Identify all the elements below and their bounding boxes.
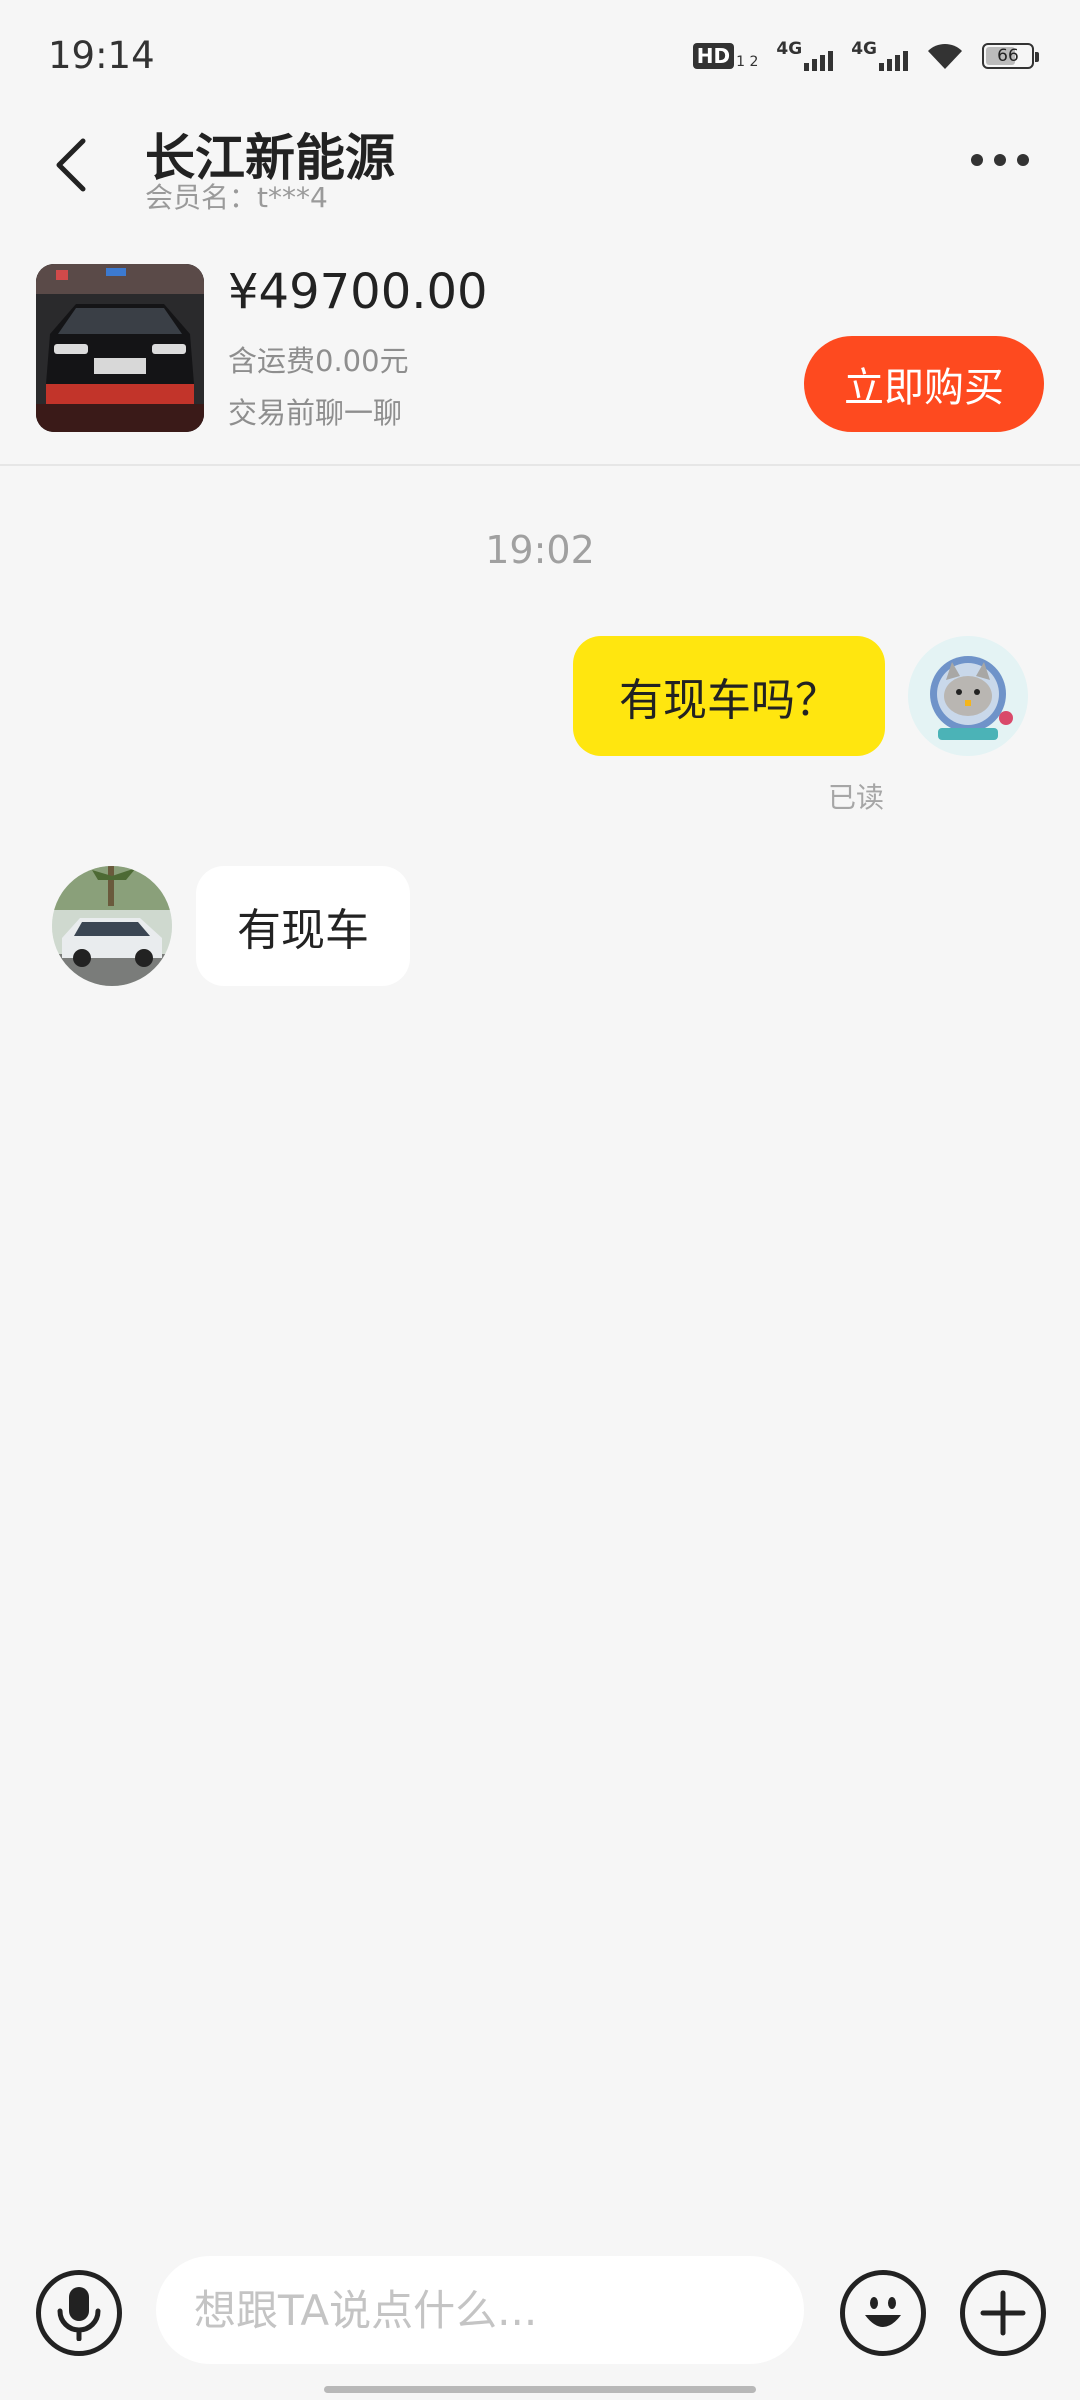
emoji-icon xyxy=(865,2297,901,2327)
wifi-icon xyxy=(926,41,964,71)
input-bar xyxy=(0,2250,1080,2370)
signal-icon: 4G xyxy=(776,39,834,71)
hd-sub-label: 1 2 xyxy=(736,54,759,70)
battery-level: 66 xyxy=(997,46,1019,66)
status-bar: 19:14 HD 1 2 4G 4G 66 xyxy=(0,0,1080,100)
plus-button[interactable] xyxy=(960,2270,1046,2356)
status-icons: HD 1 2 4G 4G 66 xyxy=(692,36,1039,76)
network-label-1: 4G xyxy=(776,39,803,59)
back-arrow-icon xyxy=(56,138,86,192)
message-outgoing[interactable]: 有现车吗？ xyxy=(573,636,885,756)
product-image[interactable] xyxy=(36,264,204,432)
product-note: 交易前聊一聊 xyxy=(228,396,403,430)
message-incoming[interactable]: 有现车 xyxy=(196,866,410,986)
member-name: 会员名：t***4 xyxy=(145,181,328,214)
hd-label: HD xyxy=(692,43,735,69)
message-input[interactable] xyxy=(156,2256,804,2364)
hd-icon: HD 1 2 xyxy=(692,43,759,70)
back-button[interactable] xyxy=(40,130,100,200)
more-button[interactable] xyxy=(960,140,1040,180)
signal-icon-2: 4G xyxy=(851,41,908,71)
chat-timestamp: 19:02 xyxy=(485,528,595,572)
voice-button[interactable] xyxy=(36,2270,122,2356)
chat-header: 长江新能源 会员名：t***4 xyxy=(0,100,1080,230)
network-label-2: 4G xyxy=(851,39,877,59)
status-time: 19:14 xyxy=(48,34,155,77)
more-dots-icon xyxy=(971,154,983,166)
product-shipping: 含运费0.00元 xyxy=(228,344,409,378)
avatar[interactable] xyxy=(52,866,172,986)
product-card[interactable]: ¥49700.00 含运费0.00元 交易前聊一聊 立即购买 xyxy=(0,240,1080,466)
emoji-button[interactable] xyxy=(840,2270,926,2356)
home-indicator[interactable] xyxy=(324,2386,756,2393)
product-price: ¥49700.00 xyxy=(228,264,488,320)
read-status: 已读 xyxy=(827,781,884,814)
avatar[interactable] xyxy=(908,636,1028,756)
battery-icon: 66 xyxy=(982,43,1039,69)
plus-icon xyxy=(980,2290,1026,2336)
chat-screen: 19:14 HD 1 2 4G 4G 66 长江新能源 会员名：t***4 ¥4… xyxy=(0,0,1080,2400)
microphone-icon xyxy=(57,2287,101,2341)
buy-now-button[interactable]: 立即购买 xyxy=(804,336,1044,432)
